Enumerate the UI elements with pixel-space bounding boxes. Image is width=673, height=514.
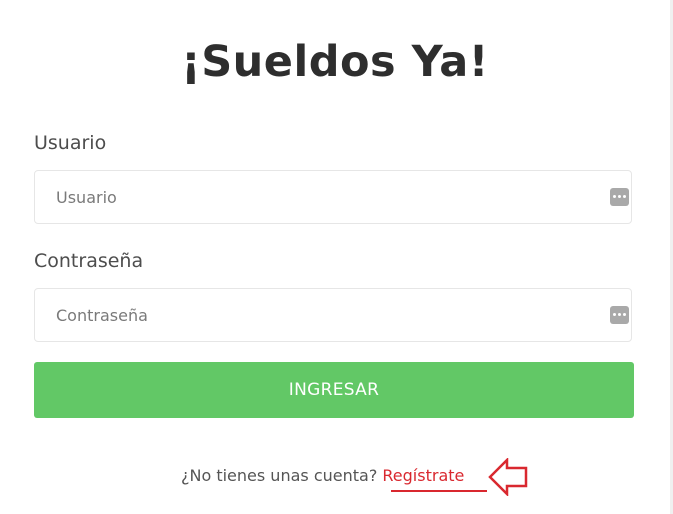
username-input[interactable] bbox=[35, 171, 595, 223]
register-prompt-text: ¿No tienes unas cuenta? bbox=[181, 466, 378, 485]
more-dots-icon[interactable] bbox=[610, 306, 629, 324]
password-input[interactable] bbox=[35, 289, 595, 341]
password-label: Contraseña bbox=[34, 250, 144, 272]
register-prompt-row: ¿No tienes unas cuenta? Regístrate bbox=[181, 464, 464, 488]
login-button[interactable]: INGRESAR bbox=[34, 362, 634, 418]
left-arrow-icon bbox=[488, 458, 528, 496]
page-title: ¡Sueldos Ya! bbox=[181, 37, 489, 87]
annotation-underline bbox=[391, 490, 487, 492]
more-dots-icon[interactable] bbox=[610, 188, 629, 206]
password-field-container bbox=[34, 288, 632, 342]
username-field-container bbox=[34, 170, 632, 224]
username-label: Usuario bbox=[34, 132, 107, 154]
register-link[interactable]: Regístrate bbox=[382, 466, 464, 485]
